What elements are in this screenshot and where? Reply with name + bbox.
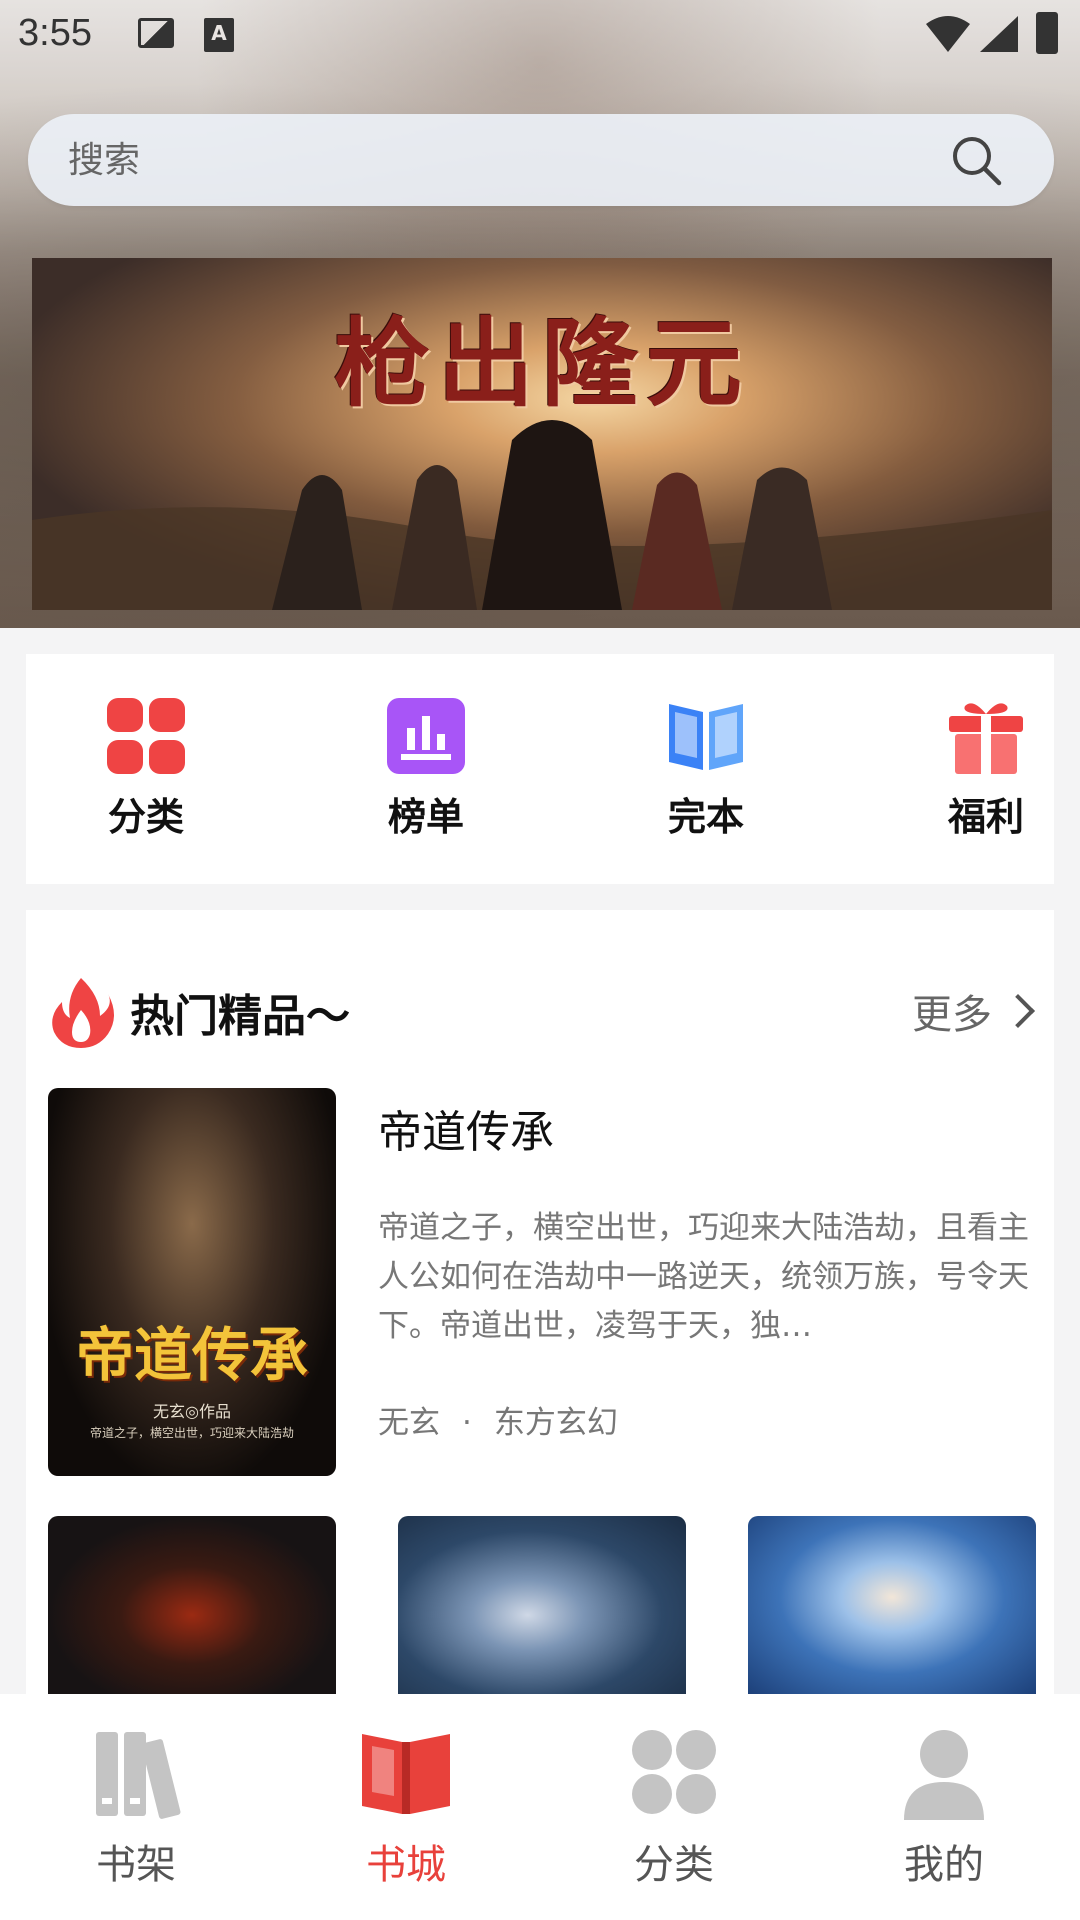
app-notification-icon: A [204,18,234,52]
book-cover[interactable] [48,1516,336,1696]
quick-menu-label: 分类 [107,795,184,839]
book-meta: 无玄 · 东方玄幻 [378,1397,1038,1442]
nav-bookshelf[interactable]: 书架 [46,1724,226,1890]
featured-book[interactable]: 帝道传承 无玄◎作品 帝道之子，横空出世，巧迎来大陆浩劫 帝道传承 帝道之子，横… [48,1088,1038,1478]
status-time: 3:55 [18,12,92,54]
nav-label: 分类 [634,1842,714,1888]
nav-label: 书城 [366,1842,446,1888]
search-bar[interactable] [28,114,1054,206]
more-link[interactable]: 更多 [912,982,1035,1040]
chart-icon [385,698,467,774]
quick-menu-label: 榜单 [387,795,464,839]
book-author: 无玄 [378,1405,440,1441]
grid-icon [105,698,187,774]
quick-menu-completed[interactable]: 完本 [616,698,796,841]
wifi-icon [926,16,970,52]
nav-label: 书架 [96,1842,176,1888]
nav-label: 我的 [904,1842,984,1888]
meta-separator: · [462,1405,472,1441]
quick-menu-label: 福利 [947,795,1024,839]
signal-icon [980,16,1018,52]
category-icon [626,1724,722,1820]
section-title: 热门精品～ [130,991,350,1042]
quick-menu-label: 完本 [667,795,744,839]
fire-icon [52,978,114,1048]
book-genre: 东方玄幻 [493,1405,618,1441]
battery-icon [1036,12,1058,54]
book-info: 帝道传承 帝道之子，横空出世，巧迎来大陆浩劫，且看主人公如何在浩劫中一路逆天，统… [378,1088,1038,1442]
image-notification-icon [138,18,174,48]
cover-title: 帝道传承 [75,1321,308,1389]
quick-menu: 分类 榜单 完本 福利 [26,654,1054,884]
book-row [48,1516,1038,1696]
book-cover[interactable]: 帝道传承 无玄◎作品 帝道之子，横空出世，巧迎来大陆浩劫 [48,1088,336,1476]
section-header: 热门精品～ 更多 [48,972,1038,1052]
cover-subtitle: 无玄◎作品 [153,1402,231,1421]
search-input[interactable] [68,114,928,206]
quick-menu-category[interactable]: 分类 [56,698,236,841]
user-icon [896,1724,992,1820]
promo-banner[interactable]: 枪出隆元 [32,258,1052,610]
book-open-icon [665,698,747,774]
book-cover[interactable] [748,1516,1036,1696]
search-icon[interactable] [950,134,1002,186]
cover-tagline: 帝道之子，横空出世，巧迎来大陆浩劫 [89,1426,294,1440]
nav-profile[interactable]: 我的 [854,1724,1034,1890]
quick-menu-ranking[interactable]: 榜单 [336,698,516,841]
bookshelf-icon [88,1724,184,1820]
gift-icon [945,698,1027,774]
book-icon [358,1724,454,1820]
chevron-right-icon [1001,994,1035,1028]
nav-bookstore[interactable]: 书城 [316,1724,496,1890]
book-title[interactable]: 帝道传承 [378,1096,1038,1160]
book-description: 帝道之子，横空出世，巧迎来大陆浩劫，且看主人公如何在浩劫中一路逆天，统领万族，号… [378,1210,1029,1344]
quick-menu-welfare[interactable]: 福利 [896,698,1076,841]
more-label: 更多 [912,992,992,1038]
bottom-nav: 书架 书城 分类 我的 [0,1694,1080,1920]
status-bar: 3:55 A [0,0,1080,72]
banner-artwork [32,420,1052,610]
book-cover[interactable] [398,1516,686,1696]
nav-category[interactable]: 分类 [584,1724,764,1890]
